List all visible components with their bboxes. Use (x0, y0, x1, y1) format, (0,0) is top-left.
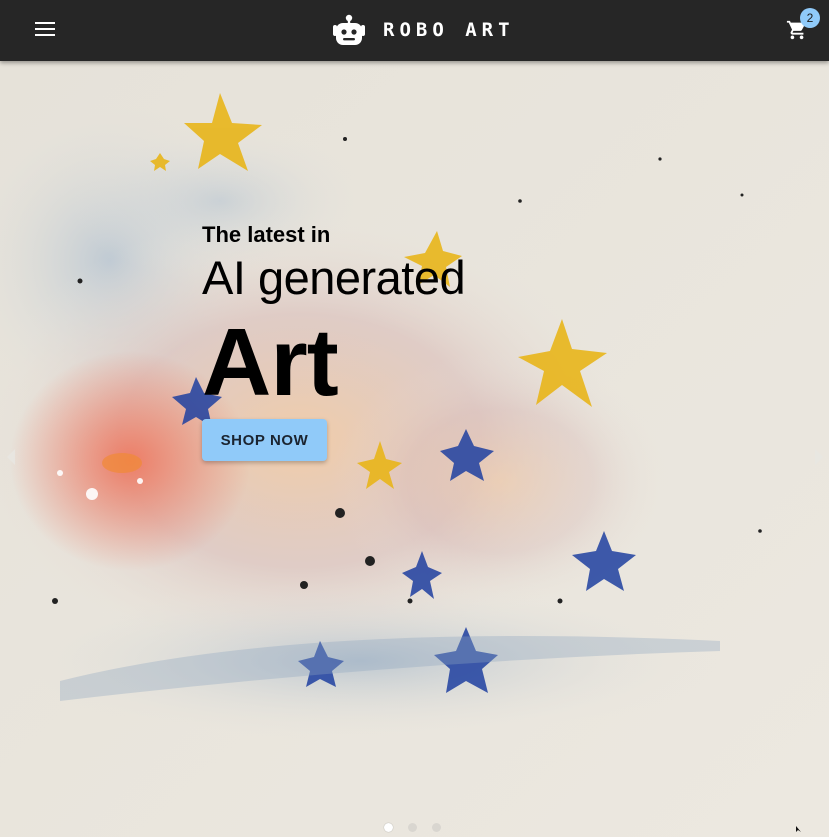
carousel-dot-3[interactable] (432, 823, 441, 832)
brand[interactable]: ROBO ART (331, 13, 515, 47)
hero-copy: The latest in AI generated Art SHOP NOW (202, 221, 466, 461)
hero-carousel: The latest in AI generated Art SHOP NOW (0, 61, 829, 837)
carousel-indicators (384, 823, 441, 832)
hero-subheading: AI generated (202, 251, 466, 304)
menu-icon (35, 22, 55, 36)
carousel-next-button[interactable] (811, 445, 827, 469)
shop-now-button[interactable]: SHOP NOW (202, 419, 327, 461)
carousel-dot-1[interactable] (384, 823, 393, 832)
menu-button[interactable] (30, 16, 60, 44)
hero-eyebrow: The latest in (202, 222, 331, 247)
cart-count-badge: 2 (800, 8, 820, 28)
mouse-cursor-icon (796, 826, 801, 832)
brand-name: ROBO ART (383, 19, 515, 41)
robot-icon (333, 14, 365, 45)
carousel-dot-2[interactable] (408, 823, 417, 832)
chevron-left-icon (7, 449, 15, 465)
chevron-right-icon (815, 449, 823, 465)
cart-button[interactable]: 2 (784, 8, 820, 44)
carousel-prev-button[interactable] (3, 445, 19, 469)
app-bar: ROBO ART 2 (0, 0, 829, 61)
hero-headline: Art (202, 309, 339, 416)
